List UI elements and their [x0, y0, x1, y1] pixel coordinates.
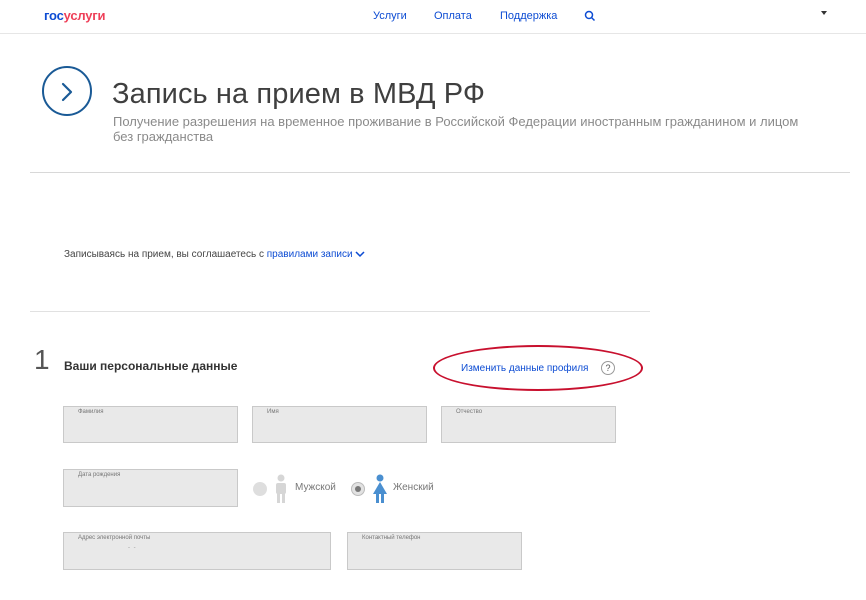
- phone-label: Контактный телефон: [362, 535, 421, 541]
- chevron-down-icon[interactable]: [355, 250, 365, 258]
- agreement-prefix: Записываясь на прием, вы соглашаетесь с: [64, 249, 267, 260]
- chevron-right-icon: [61, 82, 73, 102]
- nav-services[interactable]: Услуги: [373, 10, 407, 22]
- nav-support[interactable]: Поддержка: [500, 10, 557, 22]
- user-menu-caret-icon[interactable]: [821, 11, 827, 15]
- patronymic-field[interactable]: Отчество: [441, 406, 616, 443]
- gender-female-label: Женский: [393, 482, 434, 493]
- change-profile-link[interactable]: Изменить данные профиля: [461, 363, 588, 374]
- rules-link[interactable]: правилами записи: [267, 249, 353, 260]
- back-button[interactable]: [42, 66, 92, 116]
- divider: [30, 172, 850, 173]
- nav-payment[interactable]: Оплата: [434, 10, 472, 22]
- gender-female-radio[interactable]: [351, 482, 365, 496]
- search-icon[interactable]: [584, 10, 596, 22]
- logo-part-uslugi: услуги: [63, 8, 106, 23]
- step-title: Ваши персональные данные: [64, 359, 238, 373]
- lastname-label: Фамилия: [78, 409, 104, 415]
- help-icon[interactable]: ?: [601, 361, 615, 375]
- female-icon: [373, 474, 387, 503]
- gosuslugi-logo[interactable]: госуслуги: [44, 8, 106, 23]
- gender-male-label: Мужской: [295, 482, 336, 493]
- gender-male-radio[interactable]: [253, 482, 267, 496]
- firstname-label: Имя: [267, 409, 279, 415]
- phone-field[interactable]: Контактный телефон: [347, 532, 522, 570]
- patronymic-label: Отчество: [456, 409, 483, 415]
- divider: [30, 311, 650, 312]
- email-field[interactable]: Адрес электронной почты - -: [63, 532, 331, 570]
- page-title: Запись на прием в МВД РФ: [112, 78, 486, 110]
- top-header: госуслуги Услуги Оплата Поддержка: [0, 0, 866, 34]
- page-subtitle: Получение разрешения на временное прожив…: [113, 114, 799, 144]
- email-label: Адрес электронной почты: [78, 535, 151, 541]
- birthdate-field[interactable]: Дата рождения: [63, 469, 238, 507]
- step-number: 1: [34, 344, 50, 375]
- agreement-text: Записываясь на прием, вы соглашаетесь с …: [64, 249, 365, 260]
- male-icon: [276, 474, 286, 503]
- firstname-field[interactable]: Имя: [252, 406, 427, 443]
- lastname-field[interactable]: Фамилия: [63, 406, 238, 443]
- birthdate-label: Дата рождения: [78, 472, 121, 478]
- logo-part-gos: гос: [44, 8, 64, 23]
- email-value: - -: [128, 545, 137, 551]
